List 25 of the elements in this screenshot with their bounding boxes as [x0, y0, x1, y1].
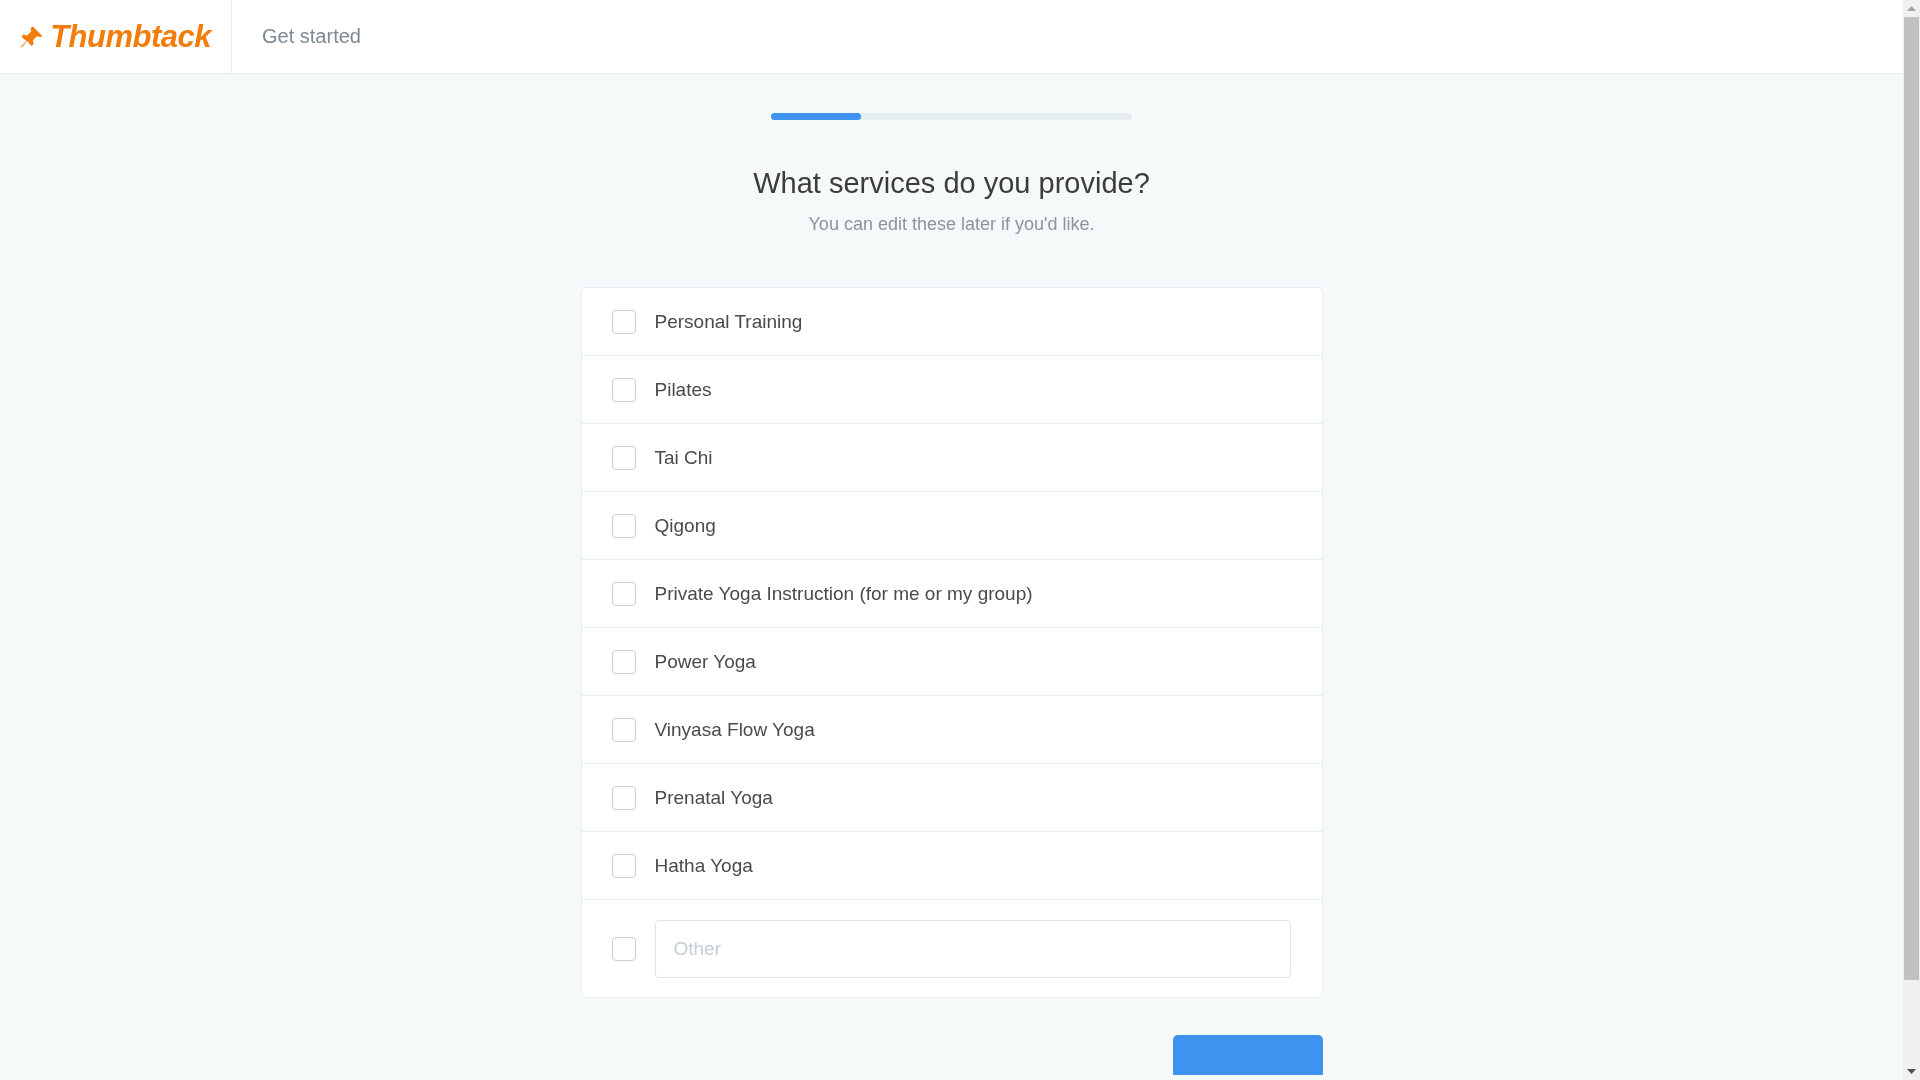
service-label[interactable]: Power Yoga — [654, 650, 756, 673]
get-started-link[interactable]: Get started — [232, 0, 361, 73]
next-button[interactable] — [1172, 1035, 1323, 1075]
checkbox[interactable] — [611, 649, 636, 674]
service-label[interactable]: Tai Chi — [654, 446, 713, 469]
checkbox[interactable] — [611, 853, 636, 878]
checkbox[interactable] — [611, 785, 636, 810]
service-label[interactable]: Pilates — [654, 378, 712, 401]
service-label[interactable]: Private Yoga Instruction (for me or my group) — [654, 582, 1033, 605]
page-subtitle: You can edit these later if you'd like. — [808, 214, 1095, 235]
other-field[interactable]: Other — [654, 919, 1291, 978]
service-label[interactable]: Qigong — [654, 514, 716, 537]
page-title: What services do you provide? — [753, 167, 1150, 200]
checkbox[interactable] — [611, 309, 636, 334]
service-label[interactable]: Personal Training — [654, 310, 803, 333]
checkbox[interactable] — [611, 581, 636, 606]
scrollbar-thumb[interactable] — [1904, 17, 1919, 980]
checkbox[interactable] — [611, 445, 636, 470]
checkbox[interactable] — [611, 717, 636, 742]
checkbox[interactable] — [611, 377, 636, 402]
checkbox[interactable] — [611, 936, 636, 961]
service-label[interactable]: Hatha Yoga — [654, 854, 753, 877]
service-label[interactable]: Prenatal Yoga — [654, 786, 773, 809]
checkbox[interactable] — [611, 513, 636, 538]
service-label[interactable]: Vinyasa Flow Yoga — [654, 718, 815, 741]
